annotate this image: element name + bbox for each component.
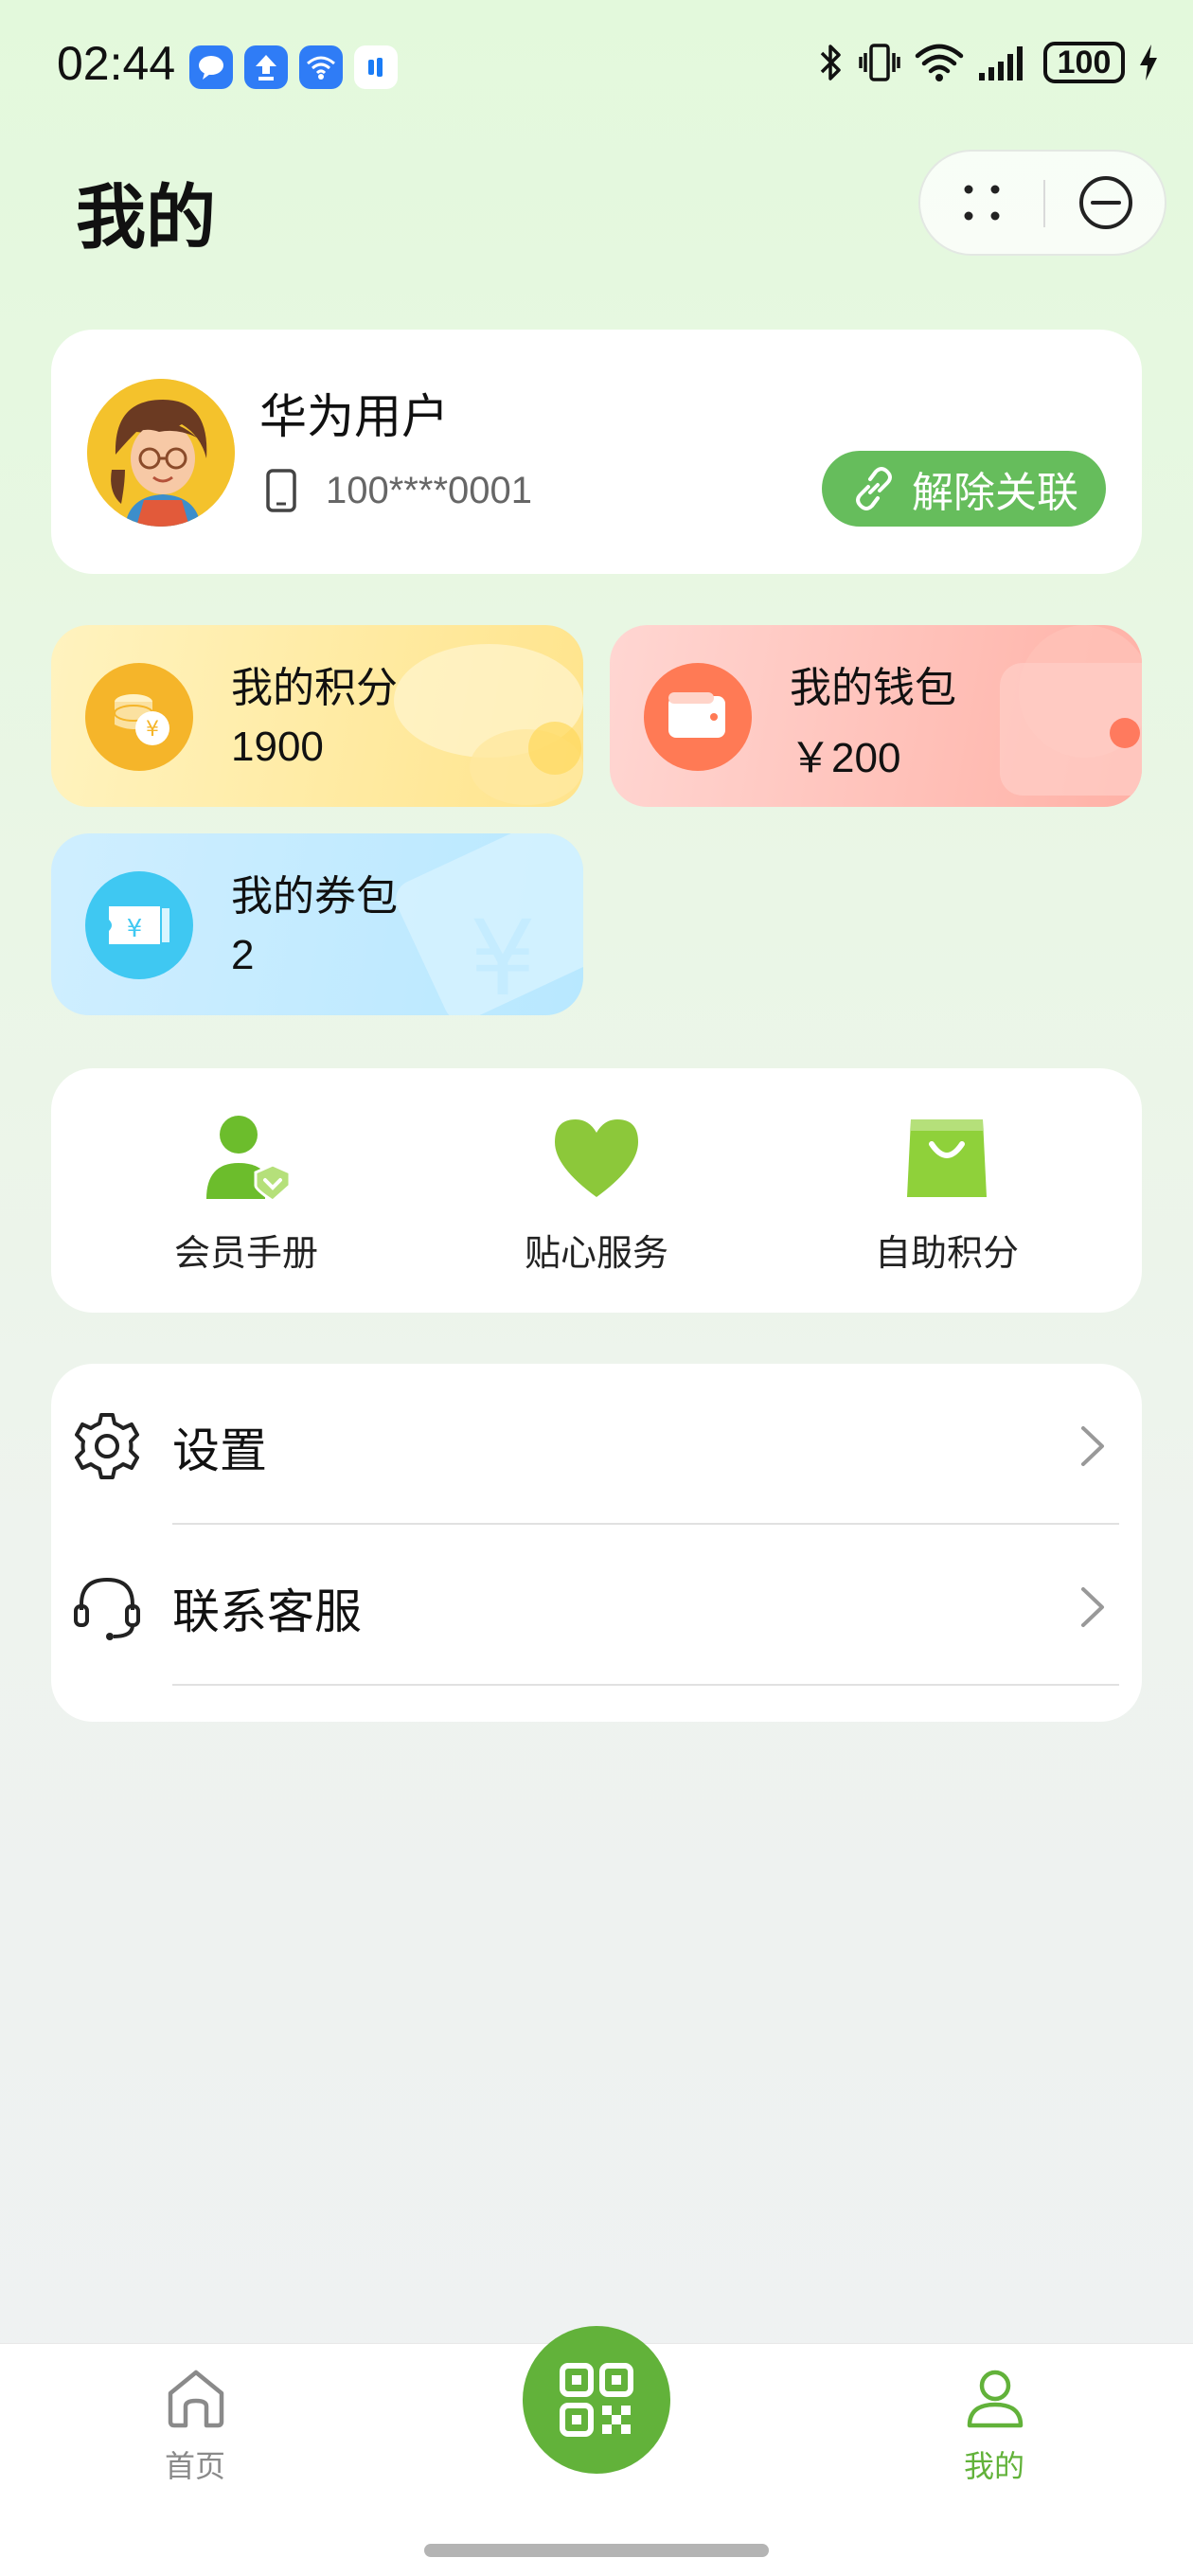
points-icon: ¥: [85, 663, 193, 771]
headset-icon: [74, 1577, 140, 1640]
svg-text:¥: ¥: [127, 915, 143, 943]
chevron-right-icon: [1081, 1587, 1104, 1627]
tab-home[interactable]: 首页: [100, 2344, 290, 2514]
tab-label: 我的: [963, 2448, 1024, 2484]
member-handbook-icon: [206, 1116, 292, 1203]
close-button[interactable]: [1045, 152, 1166, 254]
bluetooth-icon: [820, 45, 841, 80]
tab-label: 首页: [164, 2448, 225, 2484]
page-title: 我的: [76, 177, 216, 259]
svg-text:¥: ¥: [146, 718, 159, 742]
wallet-value: ￥200: [790, 735, 901, 781]
menu-card: 设置 联系客服: [51, 1364, 1142, 1722]
heart-icon: [555, 1119, 638, 1197]
coupons-tile[interactable]: ¥ ¥ 我的券包 2: [51, 833, 583, 1015]
menu-label: 设置: [172, 1423, 267, 1478]
system-icons: 100: [816, 42, 1159, 83]
wallet-tile[interactable]: 我的钱包 ￥200: [610, 625, 1142, 807]
user-avatar-icon: [87, 379, 235, 527]
wallet-icon: [644, 663, 752, 771]
wifi-hotspot-icon: [299, 45, 343, 89]
wallet-decoration-icon: [1000, 625, 1142, 796]
shortcut-label: 会员手册: [173, 1232, 318, 1274]
svg-text:¥: ¥: [470, 898, 536, 1015]
message-icon: [189, 45, 233, 89]
phone-number: 100****0001: [326, 469, 532, 511]
shortcut-member-handbook[interactable]: 会员手册: [104, 1068, 388, 1313]
person-icon: [967, 2370, 1024, 2428]
mini-program-capsule: [918, 150, 1166, 256]
unbind-button[interactable]: 解除关联: [822, 451, 1106, 527]
charging-icon: [1140, 45, 1157, 80]
points-label: 我的积分: [231, 664, 398, 712]
status-time: 02:44: [57, 37, 176, 90]
menu-item-settings[interactable]: 设置: [51, 1364, 1142, 1525]
more-button[interactable]: [920, 152, 1043, 254]
wifi-icon: [915, 44, 964, 81]
status-bar: 02:44 100: [0, 0, 1193, 133]
shortcuts-card: 会员手册 贴心服务 自助积分: [51, 1068, 1142, 1313]
home-indicator: [424, 2544, 769, 2557]
close-circle-icon: [1079, 176, 1132, 229]
profile-card: 华为用户 100****0001 解除关联: [51, 330, 1142, 574]
vibrate-icon: [859, 44, 900, 81]
chevron-right-icon: [1081, 1426, 1104, 1466]
coupons-value: 2: [231, 932, 255, 978]
points-value: 1900: [231, 724, 324, 770]
menu-label: 联系客服: [172, 1584, 362, 1639]
coupon-icon: ¥: [85, 871, 193, 979]
home-icon: [168, 2370, 224, 2428]
username: 华为用户: [259, 389, 449, 444]
unbind-label: 解除关联: [912, 469, 1078, 517]
menu-item-customer-service[interactable]: 联系客服: [51, 1525, 1142, 1686]
battery-icon: 100: [1043, 42, 1125, 83]
shortcut-self-points[interactable]: 自助积分: [805, 1068, 1089, 1313]
shortcut-care-service[interactable]: 贴心服务: [454, 1068, 739, 1313]
shopping-bag-icon: [907, 1119, 987, 1197]
avatar[interactable]: [87, 379, 235, 527]
link-icon: [856, 467, 892, 510]
notification-icons: [189, 45, 398, 89]
qr-code-icon: [560, 2363, 633, 2437]
coupon-decoration-icon: ¥: [396, 833, 583, 1015]
scan-qr-button[interactable]: [523, 2326, 670, 2474]
wallet-label: 我的钱包: [790, 664, 956, 712]
divider: [172, 1684, 1119, 1686]
coupons-label: 我的券包: [231, 872, 398, 921]
app-icon: [354, 45, 398, 89]
signal-icon: [979, 46, 1023, 80]
upload-icon: [244, 45, 288, 89]
coin-decoration-icon: [394, 644, 583, 805]
phone-icon: [266, 469, 296, 512]
points-tile[interactable]: ¥ 我的积分 1900: [51, 625, 583, 807]
shortcut-label: 贴心服务: [524, 1232, 668, 1274]
shortcut-label: 自助积分: [874, 1232, 1019, 1274]
phone-row: 100****0001: [265, 468, 532, 513]
more-dots-icon: [964, 185, 1000, 221]
gear-icon: [75, 1413, 139, 1479]
tab-mine[interactable]: 我的: [899, 2344, 1089, 2514]
